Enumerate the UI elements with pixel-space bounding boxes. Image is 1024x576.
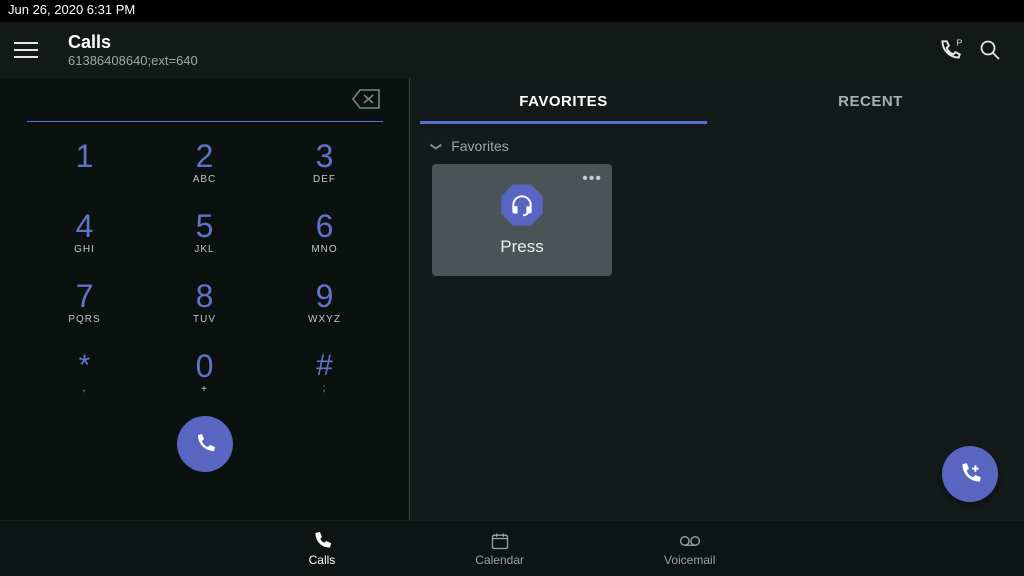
key-0[interactable]: 0+ xyxy=(145,338,265,408)
app-header: Calls 61386408640;ext=640 P xyxy=(0,22,1024,78)
status-datetime: Jun 26, 2020 6:31 PM xyxy=(8,2,135,17)
status-bar: Jun 26, 2020 6:31 PM xyxy=(0,0,1024,22)
header-subtitle: 61386408640;ext=640 xyxy=(68,53,198,68)
key-9[interactable]: 9WXYZ xyxy=(265,268,385,338)
nav-calendar[interactable]: Calendar xyxy=(475,531,524,567)
header-text: Calls 61386408640;ext=640 xyxy=(68,32,198,68)
key-7[interactable]: 7PQRS xyxy=(25,268,145,338)
dial-call-button[interactable] xyxy=(177,416,233,472)
key-4[interactable]: 4GHI xyxy=(25,198,145,268)
tab-favorites[interactable]: FAVORITES xyxy=(410,78,717,124)
nav-calls[interactable]: Calls xyxy=(309,531,336,567)
contacts-panel: FAVORITES RECENT ❯ Favorites ••• Press xyxy=(410,78,1024,520)
key-star[interactable]: *, xyxy=(25,338,145,408)
key-2[interactable]: 2ABC xyxy=(145,128,265,198)
keypad: 1 2ABC 3DEF 4GHI 5JKL 6MNO 7PQRS 8TUV 9W… xyxy=(25,128,385,408)
page-title: Calls xyxy=(68,32,198,53)
nav-calendar-label: Calendar xyxy=(475,553,524,567)
key-8[interactable]: 8TUV xyxy=(145,268,265,338)
bottom-nav: Calls Calendar Voicemail xyxy=(0,520,1024,576)
nav-voicemail-label: Voicemail xyxy=(664,553,715,567)
backspace-button[interactable] xyxy=(351,88,381,115)
headset-icon xyxy=(500,183,544,227)
dialer-panel: 1 2ABC 3DEF 4GHI 5JKL 6MNO 7PQRS 8TUV 9W… xyxy=(0,78,410,520)
key-pound[interactable]: #; xyxy=(265,338,385,408)
search-button[interactable] xyxy=(970,30,1010,70)
nav-calls-label: Calls xyxy=(309,553,336,567)
favorites-section-header[interactable]: ❯ Favorites xyxy=(410,124,1024,164)
favorite-card[interactable]: ••• Press xyxy=(432,164,612,276)
tabs: FAVORITES RECENT xyxy=(410,78,1024,124)
nav-voicemail[interactable]: Voicemail xyxy=(664,531,715,567)
favorite-name: Press xyxy=(500,237,543,257)
dial-input-underline xyxy=(27,121,383,122)
favorites-list: ••• Press xyxy=(410,164,1024,276)
chevron-down-icon: ❯ xyxy=(430,141,443,150)
park-call-button[interactable]: P xyxy=(930,30,970,70)
key-1[interactable]: 1 xyxy=(25,128,145,198)
key-6[interactable]: 6MNO xyxy=(265,198,385,268)
tab-recent[interactable]: RECENT xyxy=(717,78,1024,124)
key-5[interactable]: 5JKL xyxy=(145,198,265,268)
menu-button[interactable] xyxy=(14,34,46,66)
card-more-button[interactable]: ••• xyxy=(582,170,602,188)
svg-text:P: P xyxy=(957,38,963,48)
new-call-fab[interactable] xyxy=(942,446,998,502)
favorites-section-label: Favorites xyxy=(451,138,509,154)
key-3[interactable]: 3DEF xyxy=(265,128,385,198)
